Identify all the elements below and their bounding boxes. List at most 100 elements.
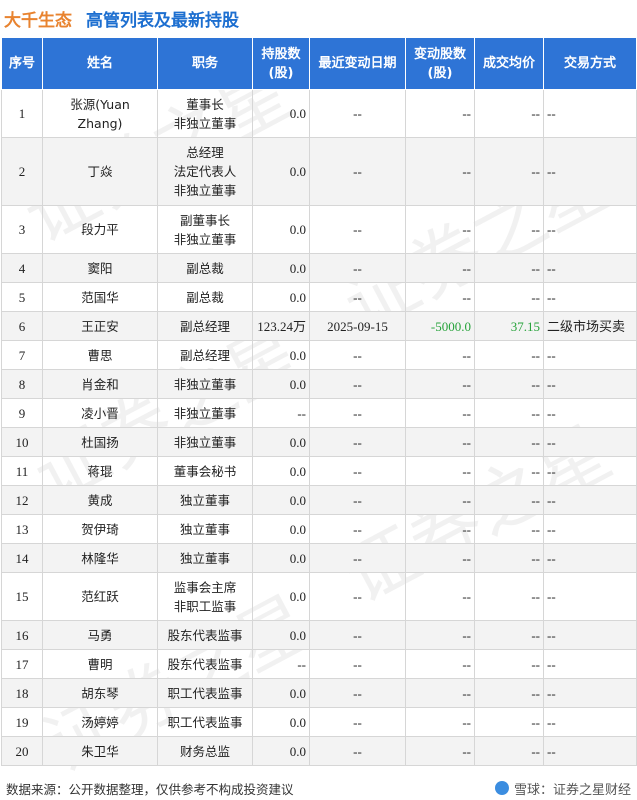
cell-shares: 0.0 <box>252 736 310 766</box>
table-body: 1 张源(Yuan Zhang) 董事长 非独立董事 0.0 -- -- -- -- 2 丁焱 总经… <box>1 89 637 766</box>
cell-method: -- <box>543 369 637 399</box>
cell-date: -- <box>309 514 406 544</box>
cell-shares: 0.0 <box>252 620 310 650</box>
cell-method: -- <box>543 89 637 138</box>
cell-shares: 0.0 <box>252 137 310 206</box>
cell-shares: 0.0 <box>252 456 310 486</box>
cell-name: 马勇 <box>42 620 158 650</box>
brand-label: 雪球：证券之星财经 <box>513 782 631 798</box>
cell-change: -- <box>405 707 475 737</box>
page-title: 高管列表及最新持股 <box>86 10 239 31</box>
cell-shares: 0.0 <box>252 282 310 312</box>
cell-method: -- <box>543 707 637 737</box>
cell-method: -- <box>543 456 637 486</box>
cell-no: 5 <box>1 282 43 312</box>
cell-price: -- <box>474 205 544 254</box>
cell-name: 段力平 <box>42 205 158 254</box>
table-row: 11 蒋琨 董事会秘书 0.0 -- -- -- -- <box>1 456 637 486</box>
cell-method: -- <box>543 572 637 621</box>
cell-role: 非独立董事 <box>157 369 253 399</box>
cell-price: -- <box>474 282 544 312</box>
header-col-no: 序号 <box>1 37 43 90</box>
cell-shares: 0.0 <box>252 340 310 370</box>
cell-change: -- <box>405 485 475 515</box>
cell-method: -- <box>543 736 637 766</box>
cell-date: -- <box>309 340 406 370</box>
cell-no: 11 <box>1 456 43 486</box>
cell-date: -- <box>309 137 406 206</box>
table-row: 14 林隆华 独立董事 0.0 -- -- -- -- <box>1 543 637 573</box>
cell-change: -- <box>405 649 475 679</box>
cell-method: -- <box>543 678 637 708</box>
cell-change: -- <box>405 398 475 428</box>
table-row: 3 段力平 副董事长 非独立董事 0.0 -- -- -- -- <box>1 205 637 254</box>
cell-no: 9 <box>1 398 43 428</box>
cell-shares: 0.0 <box>252 514 310 544</box>
cell-price: -- <box>474 456 544 486</box>
cell-method: -- <box>543 253 637 283</box>
cell-price: -- <box>474 485 544 515</box>
cell-date: -- <box>309 736 406 766</box>
cell-role: 独立董事 <box>157 543 253 573</box>
cell-price: -- <box>474 572 544 621</box>
cell-change: -- <box>405 253 475 283</box>
cell-role: 股东代表监事 <box>157 649 253 679</box>
cell-name: 贺伊琦 <box>42 514 158 544</box>
cell-shares: 0.0 <box>252 543 310 573</box>
header-col-date: 最近变动日期 <box>309 37 406 90</box>
cell-role: 监事会主席 非职工监事 <box>157 572 253 621</box>
cell-change: -- <box>405 456 475 486</box>
cell-shares: 0.0 <box>252 678 310 708</box>
cell-date: 2025-09-15 <box>309 311 406 341</box>
cell-change: -- <box>405 514 475 544</box>
cell-method: -- <box>543 137 637 206</box>
cell-method: -- <box>543 485 637 515</box>
cell-role: 总经理 法定代表人 非独立董事 <box>157 137 253 206</box>
cell-price: -- <box>474 514 544 544</box>
cell-method: -- <box>543 398 637 428</box>
cell-shares: 0.0 <box>252 369 310 399</box>
cell-name: 曹思 <box>42 340 158 370</box>
cell-role: 独立董事 <box>157 485 253 515</box>
cell-price: -- <box>474 543 544 573</box>
cell-role: 非独立董事 <box>157 398 253 428</box>
cell-method: 二级市场买卖 <box>543 311 637 341</box>
cell-change: -5000.0 <box>405 311 475 341</box>
cell-price: -- <box>474 340 544 370</box>
cell-shares: 0.0 <box>252 707 310 737</box>
table-row: 9 凌小晋 非独立董事 -- -- -- -- -- <box>1 398 637 428</box>
cell-role: 副总经理 <box>157 340 253 370</box>
cell-method: -- <box>543 543 637 573</box>
cell-role: 职工代表监事 <box>157 678 253 708</box>
cell-no: 1 <box>1 89 43 138</box>
cell-shares: 0.0 <box>252 89 310 138</box>
table-row: 15 范红跃 监事会主席 非职工监事 0.0 -- -- -- -- <box>1 572 637 621</box>
cell-date: -- <box>309 369 406 399</box>
cell-name: 范红跃 <box>42 572 158 621</box>
cell-date: -- <box>309 456 406 486</box>
cell-role: 财务总监 <box>157 736 253 766</box>
cell-price: -- <box>474 398 544 428</box>
cell-name: 朱卫华 <box>42 736 158 766</box>
table-row: 5 范国华 副总裁 0.0 -- -- -- -- <box>1 282 637 312</box>
cell-date: -- <box>309 427 406 457</box>
cell-date: -- <box>309 649 406 679</box>
cell-price: -- <box>474 707 544 737</box>
cell-date: -- <box>309 707 406 737</box>
cell-price: -- <box>474 678 544 708</box>
header-col-change: 变动股数 (股) <box>405 37 475 90</box>
table-row: 6 王正安 副总经理 123.24万 2025-09-15 -5000.0 37.15 二级市… <box>1 311 637 341</box>
header-col-price: 成交均价 <box>474 37 544 90</box>
cell-price: -- <box>474 620 544 650</box>
cell-role: 董事长 非独立董事 <box>157 89 253 138</box>
table-row: 10 杜国扬 非独立董事 0.0 -- -- -- -- <box>1 427 637 457</box>
table-row: 12 黄成 独立董事 0.0 -- -- -- -- <box>1 485 637 515</box>
cell-date: -- <box>309 485 406 515</box>
cell-role: 副总裁 <box>157 282 253 312</box>
table-row: 2 丁焱 总经理 法定代表人 非独立董事 0.0 -- -- -- -- <box>1 137 637 206</box>
cell-price: 37.15 <box>474 311 544 341</box>
cell-no: 4 <box>1 253 43 283</box>
table-row: 19 汤婷婷 职工代表监事 0.0 -- -- -- -- <box>1 707 637 737</box>
table-header-row: 序号 姓名 职务 持股数 (股) 最近变动日期 变动股数 (股) 成交均价 交易方式 <box>1 37 637 90</box>
cell-name: 窦阳 <box>42 253 158 283</box>
